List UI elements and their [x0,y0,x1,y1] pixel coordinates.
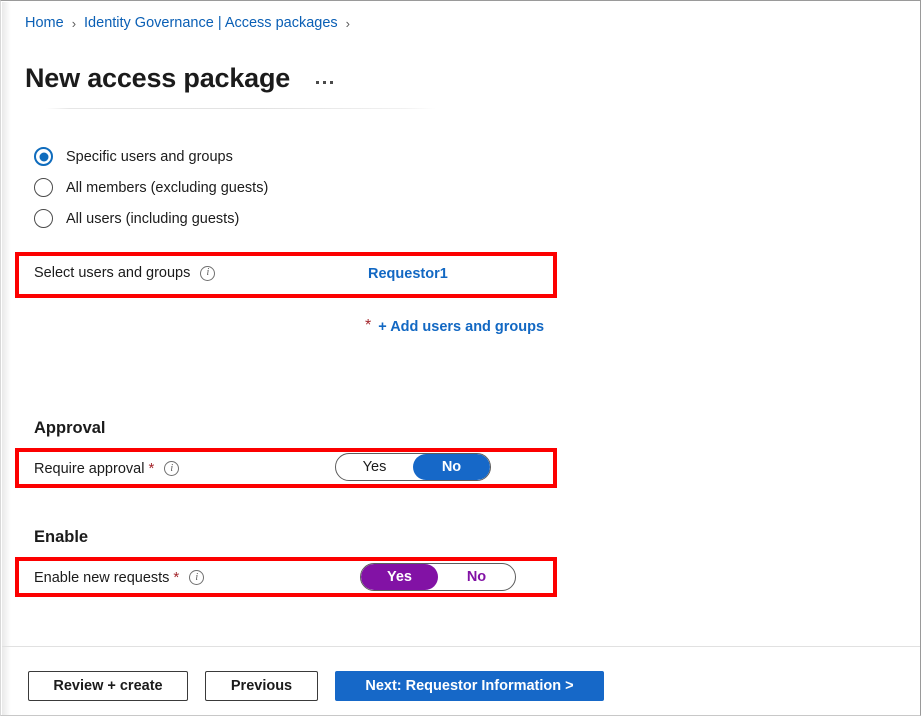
select-users-label: Select users and groups [34,265,191,281]
info-icon[interactable]: i [189,570,205,585]
radio-all-users-including-guests[interactable]: All users (including guests) [34,203,268,234]
breadcrumb-item-home[interactable]: Home [25,15,64,31]
info-icon[interactable]: i [164,461,180,476]
required-asterisk: * [365,317,372,334]
scope-radio-group: Specific users and groups All members (e… [34,141,268,234]
wizard-button-bar: Review + create Previous Next: Requestor… [28,671,604,701]
breadcrumb-separator-icon: › [71,15,77,31]
access-package-blade: Home › Identity Governance | Access pack… [0,0,921,716]
page-title: New access package [25,63,291,94]
review-create-button[interactable]: Review + create [28,671,188,701]
blade-edge-gutter [2,2,11,715]
header-divider [46,108,436,109]
toggle-option-no[interactable]: No [413,454,490,480]
toggle-option-yes[interactable]: Yes [336,454,413,480]
section-heading-approval: Approval [34,419,106,437]
add-users-and-groups-row: * + Add users and groups [365,317,544,336]
breadcrumb-separator-icon: › [345,15,351,31]
required-asterisk: * [148,460,155,477]
section-heading-enable: Enable [34,528,89,546]
selected-requestor-link[interactable]: Requestor1 [368,266,448,282]
next-requestor-information-button[interactable]: Next: Requestor Information > [335,671,604,701]
enable-new-requests-label: Enable new requests [34,569,170,586]
radio-label: Specific users and groups [66,148,233,165]
radio-label: All members (excluding guests) [66,179,269,196]
footer-divider [2,646,920,647]
enable-new-requests-toggle[interactable]: Yes No [360,563,516,591]
add-users-and-groups-link[interactable]: + Add users and groups [378,319,544,335]
ellipsis-dot [316,80,320,84]
radio-all-members-excluding-guests[interactable]: All members (excluding guests) [34,172,268,203]
breadcrumb-item-identity-governance[interactable]: Identity Governance | Access packages [84,15,338,31]
required-asterisk: * [173,569,180,586]
more-options-icon[interactable] [316,80,334,84]
radio-label: All users (including guests) [66,210,240,227]
breadcrumb: Home › Identity Governance | Access pack… [25,13,358,33]
radio-unselected-icon [34,209,53,228]
radio-unselected-icon [34,178,53,197]
enable-new-requests-row: Enable new requests * i [34,569,205,586]
info-icon[interactable]: i [200,265,216,281]
radio-specific-users-and-groups[interactable]: Specific users and groups [34,141,268,172]
ellipsis-dot [330,80,334,84]
select-users-and-groups-row: Select users and groups i [34,265,216,281]
page-title-row: New access package [25,43,334,113]
require-approval-toggle[interactable]: Yes No [335,453,491,481]
require-approval-label: Require approval [34,460,145,477]
require-approval-row: Require approval * i [34,460,180,477]
ellipsis-dot [323,80,327,84]
toggle-option-yes[interactable]: Yes [361,564,438,590]
radio-selected-icon [34,147,53,166]
toggle-option-no[interactable]: No [438,564,515,590]
previous-button[interactable]: Previous [205,671,318,701]
